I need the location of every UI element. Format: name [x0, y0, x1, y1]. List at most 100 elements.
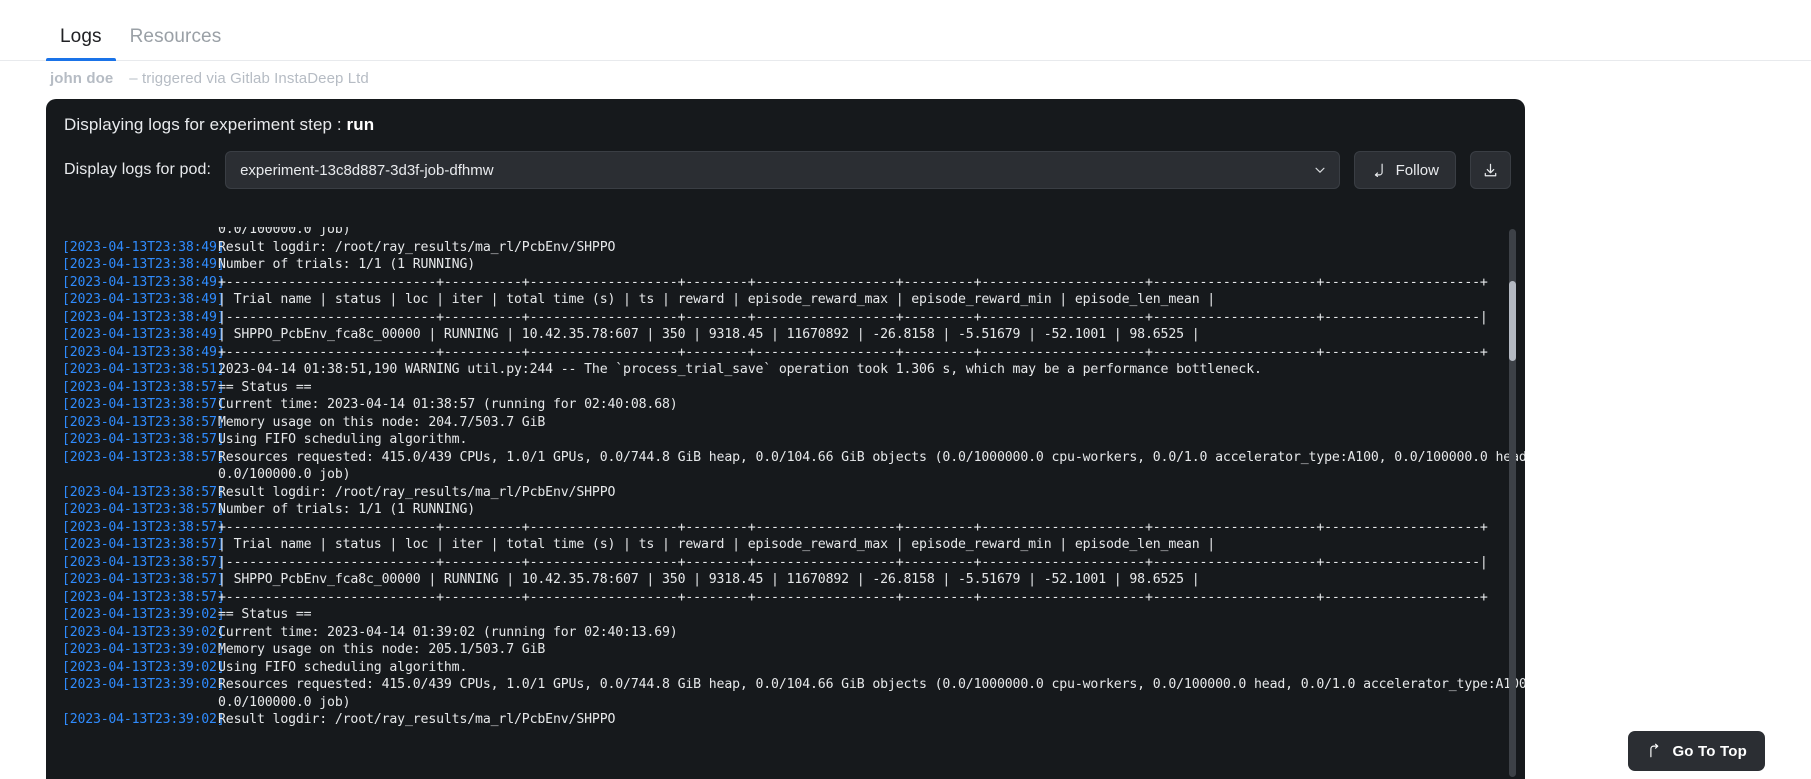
log-timestamp: [2023-04-13T23:38:49] — [62, 309, 225, 325]
log-line: [2023-04-13T23:39:02] Result logdir: /roo… — [46, 711, 1501, 729]
log-message: Current time: 2023-04-14 01:39:02 (runni… — [218, 624, 678, 640]
log-message: Number of trials: 1/1 (1 RUNNING) — [218, 502, 476, 517]
log-message: Result logdir: /root/ray_results/ma_rl/P… — [218, 484, 616, 500]
log-line: [2023-04-13T23:39:02] Using FIFO scheduli… — [46, 659, 1501, 677]
log-message: +---------------------------+----------+… — [218, 274, 1488, 290]
log-line: [2023-04-13T23:38:51] 2023-04-14 01:38:51… — [46, 361, 1501, 379]
log-line: [2023-04-13T23:38:49] | Trial name | stat… — [46, 291, 1501, 309]
log-message: Current time: 2023-04-14 01:38:57 (runni… — [218, 397, 678, 412]
run-meta: john doe – triggered via Gitlab InstaDee… — [50, 70, 369, 87]
log-timestamp: [2023-04-13T23:39:02] — [62, 607, 225, 622]
log-timestamp: [2023-04-13T23:38:57] — [62, 449, 225, 465]
log-message: | SHPPO_PcbEnv_fca8c_00000 | RUNNING | 1… — [218, 327, 1200, 342]
log-output-viewport[interactable]: 0.0/100000.0 job) [2023-04-13T23:38:49] Re… — [46, 227, 1525, 779]
log-message: | Trial name | status | loc | iter | tot… — [218, 292, 1216, 307]
log-timestamp: [2023-04-13T23:38:57] — [62, 572, 225, 587]
log-timestamp: [2023-04-13T23:38:51] — [62, 362, 225, 377]
tab-logs-label: Logs — [60, 26, 102, 47]
log-message: |---------------------------+----------+… — [218, 309, 1488, 325]
log-message: 2023-04-14 01:38:51,190 WARNING util.py:… — [218, 362, 1262, 377]
logs-panel-header: Displaying logs for experiment step : ru… — [46, 99, 1525, 135]
log-message: Result logdir: /root/ray_results/ma_rl/P… — [218, 712, 616, 727]
follow-button-label: Follow — [1395, 161, 1439, 179]
download-icon — [1482, 162, 1499, 179]
log-timestamp: [2023-04-13T23:38:49] — [62, 257, 225, 272]
panel-title-prefix: Displaying logs for experiment step : — [64, 115, 347, 134]
log-message: Using FIFO scheduling algorithm. — [218, 432, 468, 447]
log-scrollbar-thumb[interactable] — [1509, 281, 1516, 361]
run-author: john doe — [50, 70, 114, 87]
log-scrollbar-track[interactable] — [1509, 229, 1516, 777]
log-message: == Status == — [218, 607, 312, 622]
log-message: +---------------------------+----------+… — [218, 344, 1488, 360]
pod-select-label: Display logs for pod: — [64, 161, 212, 178]
log-line: [2023-04-13T23:38:49] Number of trials: 1… — [46, 256, 1501, 274]
log-line: [2023-04-13T23:38:57] +------------------… — [46, 589, 1501, 607]
log-line: [2023-04-13T23:38:57] Current time: 2023-… — [46, 396, 1501, 414]
log-message: | Trial name | status | loc | iter | tot… — [218, 537, 1216, 552]
log-line: [2023-04-13T23:38:57] == Status == — [46, 379, 1501, 397]
log-timestamp: [2023-04-13T23:38:49] — [62, 274, 225, 290]
tab-resources[interactable]: Resources — [116, 27, 236, 60]
log-timestamp: [2023-04-13T23:39:02] — [62, 642, 225, 657]
log-line: 0.0/100000.0 job) — [46, 227, 1501, 239]
follow-button[interactable]: Follow — [1353, 151, 1456, 189]
log-message: 0.0/100000.0 job) — [218, 227, 351, 237]
log-line: [2023-04-13T23:38:49] +------------------… — [46, 274, 1501, 292]
go-to-top-button[interactable]: Go To Top — [1628, 731, 1765, 771]
logs-controls: Display logs for pod: experiment-13c8d88… — [46, 135, 1525, 189]
log-line: [2023-04-13T23:39:02] Memory usage on thi… — [46, 641, 1501, 659]
log-message: 0.0/100000.0 job) — [218, 694, 351, 710]
log-message: Using FIFO scheduling algorithm. — [218, 659, 468, 675]
log-timestamp: [2023-04-13T23:38:49] — [62, 292, 225, 307]
log-timestamp: [2023-04-13T23:38:57] — [62, 484, 225, 500]
log-message: Memory usage on this node: 205.1/503.7 G… — [218, 642, 546, 657]
tab-bar: Logs Resources — [0, 0, 1811, 61]
run-trigger-source: – triggered via Gitlab InstaDeep Ltd — [129, 70, 369, 87]
log-message: Number of trials: 1/1 (1 RUNNING) — [218, 257, 476, 272]
log-timestamp: [2023-04-13T23:38:57] — [62, 397, 225, 412]
log-line: [2023-04-13T23:38:57] Result logdir: /roo… — [46, 484, 1501, 502]
log-line: [2023-04-13T23:38:57] | SHPPO_PcbEnv_fca8… — [46, 571, 1501, 589]
log-timestamp: [2023-04-13T23:39:02] — [62, 712, 225, 727]
log-timestamp: [2023-04-13T23:38:49] — [62, 239, 225, 255]
log-message: Resources requested: 415.0/439 CPUs, 1.0… — [218, 449, 1525, 465]
pod-select[interactable]: experiment-13c8d887-3d3f-job-dfhmw — [225, 151, 1340, 189]
log-line: [2023-04-13T23:38:49] | SHPPO_PcbEnv_fca8… — [46, 326, 1501, 344]
log-timestamp: [2023-04-13T23:38:57] — [62, 414, 225, 430]
panel-title-step: run — [346, 115, 375, 134]
log-timestamp: [2023-04-13T23:38:57] — [62, 554, 225, 570]
logs-panel: Displaying logs for experiment step : ru… — [46, 99, 1525, 779]
log-timestamp: [2023-04-13T23:38:57] — [62, 379, 225, 395]
log-message: |---------------------------+----------+… — [218, 554, 1488, 570]
log-line: [2023-04-13T23:38:49] |------------------… — [46, 309, 1501, 327]
log-line: [2023-04-13T23:39:02] Current time: 2023-… — [46, 624, 1501, 642]
log-line: [2023-04-13T23:39:02] == Status == — [46, 606, 1501, 624]
log-timestamp: [2023-04-13T23:39:02] — [62, 677, 225, 692]
download-logs-button[interactable] — [1470, 151, 1511, 189]
tab-logs[interactable]: Logs — [46, 26, 116, 61]
log-message: Result logdir: /root/ray_results/ma_rl/P… — [218, 239, 616, 255]
log-line: [2023-04-13T23:38:57] Memory usage on thi… — [46, 414, 1501, 432]
log-output: 0.0/100000.0 job) [2023-04-13T23:38:49] Re… — [46, 227, 1525, 729]
log-line: [2023-04-13T23:38:57] |------------------… — [46, 554, 1501, 572]
log-timestamp: [2023-04-13T23:38:57] — [62, 589, 225, 605]
log-timestamp: [2023-04-13T23:39:02] — [62, 624, 225, 640]
log-timestamp: [2023-04-13T23:38:57] — [62, 432, 225, 447]
log-timestamp: [2023-04-13T23:38:57] — [62, 537, 225, 552]
log-timestamp: [2023-04-13T23:38:57] — [62, 519, 225, 535]
panel-title: Displaying logs for experiment step : ru… — [64, 115, 1525, 135]
log-line: [2023-04-13T23:38:49] Result logdir: /roo… — [46, 239, 1501, 257]
log-message: 0.0/100000.0 job) — [218, 467, 351, 482]
log-line: [2023-04-13T23:38:57] | Trial name | stat… — [46, 536, 1501, 554]
log-line: [2023-04-13T23:38:57] Number of trials: 1… — [46, 501, 1501, 519]
arrow-up-icon — [1646, 743, 1662, 759]
log-message: Resources requested: 415.0/439 CPUs, 1.0… — [218, 677, 1525, 692]
log-line: [2023-04-13T23:39:02] Resources requested… — [46, 676, 1525, 694]
chevron-down-icon — [1313, 163, 1327, 177]
log-message: +---------------------------+----------+… — [218, 589, 1488, 605]
log-line: 0.0/100000.0 job) — [46, 466, 1501, 484]
log-message: +---------------------------+----------+… — [218, 519, 1488, 535]
log-timestamp: [2023-04-13T23:38:49] — [62, 327, 225, 342]
log-message: == Status == — [218, 379, 312, 395]
